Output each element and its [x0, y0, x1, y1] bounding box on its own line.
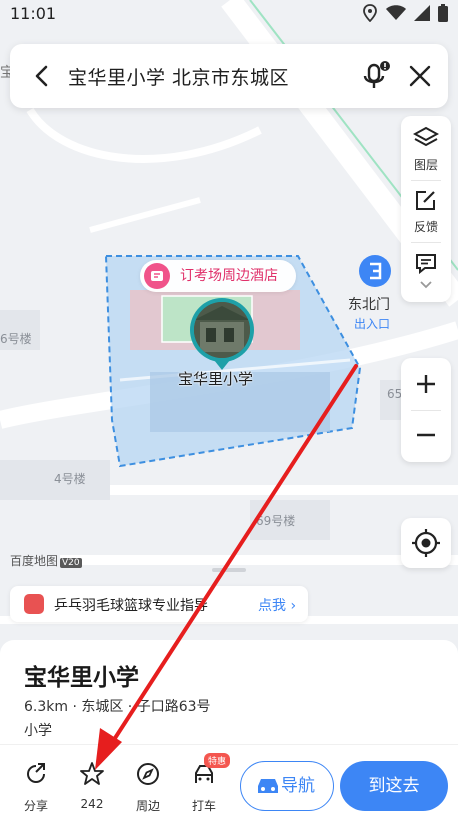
search-query[interactable]: 宝华里小学 北京市东城区 [68, 63, 289, 90]
go-here-label: 到这去 [368, 776, 420, 796]
action-bar: 分享 242 周边 打车 特惠 导航 到这去 [0, 744, 458, 820]
taxi-button[interactable]: 打车 [184, 761, 224, 814]
plus-icon [417, 375, 435, 393]
zoom-in-button[interactable] [401, 358, 451, 410]
signal-icon [414, 5, 430, 21]
poi-photo-marker[interactable] [190, 298, 254, 370]
microphone-icon [363, 61, 390, 88]
feedback-button[interactable]: 反馈 [401, 188, 451, 235]
hotel-tag-label: 订考场周边酒店 [180, 268, 278, 284]
poi-title: 宝华里小学 [24, 665, 139, 691]
promo-icon [24, 594, 44, 614]
star-icon [80, 762, 104, 785]
crosshair-icon [412, 529, 440, 557]
baidu-map-logo: 百度地图 V20 [10, 552, 82, 569]
go-here-button[interactable]: 到这去 [340, 761, 448, 811]
locate-button[interactable] [401, 518, 451, 568]
location-icon [363, 4, 377, 22]
back-arrow-icon [35, 65, 48, 87]
compass-icon [137, 763, 159, 785]
voice-button[interactable] [360, 60, 392, 92]
gate-sub: 出入口 [354, 317, 391, 331]
navigate-button[interactable]: 导航 [240, 761, 334, 811]
search-bar: 宝华里小学 北京市东城区 [10, 44, 448, 108]
minus-icon [417, 433, 435, 437]
share-button[interactable]: 分享 [16, 761, 56, 814]
map-tools-panel: 图层 反馈 [401, 116, 451, 302]
poi-category: 小学 [24, 723, 52, 739]
layers-icon [412, 126, 440, 147]
status-time: 11:01 [10, 4, 57, 23]
promo-link-label: 点我 [258, 598, 286, 614]
hotel-tag[interactable]: 订考场周边酒店 [140, 260, 296, 292]
building-label-69: 69号楼 [256, 514, 296, 528]
zoom-out-button[interactable] [401, 410, 451, 462]
favorite-count: 242 [80, 797, 104, 811]
share-label: 分享 [23, 799, 48, 813]
car-icon [258, 779, 278, 793]
message-icon [416, 254, 436, 275]
battery-icon [438, 4, 448, 22]
poi-map-label: 宝华里小学 [178, 370, 254, 388]
close-button[interactable] [406, 62, 434, 90]
status-bar: 11:01 [0, 0, 458, 28]
entrance-icon [370, 262, 382, 280]
taxi-promo-badge: 特惠 [204, 753, 231, 768]
poi-photo [194, 302, 250, 358]
building-label-65: 65 [387, 387, 403, 401]
navigate-label: 导航 [281, 776, 315, 796]
status-icons [362, 4, 448, 22]
close-icon [409, 65, 431, 87]
nearby-label: 周边 [135, 799, 160, 813]
layers-label: 图层 [413, 158, 438, 172]
feedback-edit-icon [416, 191, 435, 210]
share-icon [27, 763, 45, 783]
ticket-icon [144, 263, 170, 289]
building-label-4: 4号楼 [54, 472, 86, 486]
nearby-button[interactable]: 周边 [128, 761, 168, 814]
wifi-icon [386, 5, 406, 20]
message-button[interactable] [401, 252, 451, 290]
chevron-down-icon [420, 281, 432, 289]
back-button[interactable] [28, 62, 56, 90]
gate-marker[interactable] [359, 255, 391, 287]
promo-text: 乒乓羽毛球篮球专业指导 [54, 598, 208, 614]
drag-handle[interactable] [212, 568, 246, 572]
taxi-label: 打车 [191, 799, 216, 813]
promo-link[interactable]: 点我 › [258, 595, 296, 615]
gate-name: 东北门 [348, 297, 390, 313]
building-label-6: 6号楼 [0, 332, 32, 346]
zoom-controls [401, 358, 451, 462]
feedback-label: 反馈 [413, 220, 438, 234]
baidu-logo-version: V20 [60, 558, 82, 568]
tool-divider [411, 242, 441, 243]
tool-divider [411, 180, 441, 181]
promo-banner[interactable]: 乒乓羽毛球篮球专业指导 点我 › [10, 586, 308, 622]
poi-address: 6.3km · 东城区 · 子口路63号 [24, 699, 211, 715]
favorite-button[interactable]: 242 [72, 761, 112, 811]
baidu-logo-text: 百度地图 [10, 554, 59, 568]
layers-button[interactable]: 图层 [401, 126, 451, 173]
